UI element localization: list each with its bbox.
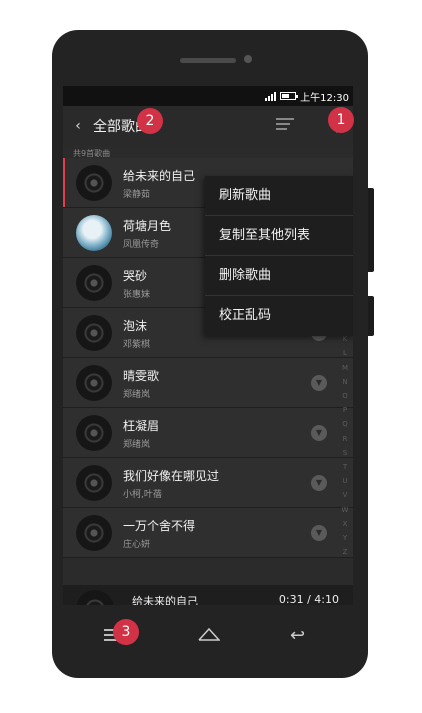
battery-icon	[280, 92, 299, 100]
chevron-down-icon[interactable]: ▼	[311, 425, 327, 441]
index-letter[interactable]: P	[340, 403, 350, 417]
disc-icon	[76, 515, 112, 551]
index-letter[interactable]: X	[340, 517, 350, 531]
status-bar: 上午12:30	[63, 86, 353, 106]
song-artist: 梁静茹	[123, 190, 151, 200]
back-icon[interactable]: ↩	[290, 625, 305, 646]
chevron-down-icon[interactable]: ▼	[311, 525, 327, 541]
chevron-down-icon[interactable]: ▼	[311, 375, 327, 391]
screen: 上午12:30 ‹ 全部歌曲 ⋮ 共9首歌曲 给未来的自己 梁静茹 荷塘月色 凤…	[63, 86, 353, 605]
index-letter[interactable]: S	[340, 446, 350, 460]
menu-item-delete[interactable]: 删除歌曲	[205, 256, 353, 296]
song-title: 哭砂	[123, 269, 148, 283]
overflow-menu: 刷新歌曲 复制至其他列表 删除歌曲 校正乱码	[205, 176, 353, 336]
power-button	[368, 296, 374, 336]
index-letter[interactable]: N	[340, 375, 350, 389]
badge: 2	[137, 108, 163, 134]
disc-icon	[76, 590, 114, 605]
song-row[interactable]: 一万个舍不得 庄心妍 ▼	[63, 508, 353, 558]
song-title: 给未来的自己	[123, 169, 196, 183]
disc-icon	[76, 315, 112, 351]
disc-icon	[76, 165, 112, 201]
album-cover	[76, 215, 112, 251]
alphabet-index[interactable]: J K L M N O P Q R S T U V W X Y Z	[340, 318, 350, 559]
front-camera	[244, 55, 252, 63]
chevron-down-icon[interactable]: ▼	[311, 475, 327, 491]
app-bar: ‹ 全部歌曲 ⋮	[63, 106, 353, 146]
song-title: 枉凝眉	[123, 419, 160, 433]
song-row[interactable]: 晴雯歌 郑绪岚 ▼	[63, 358, 353, 408]
song-row[interactable]: 枉凝眉 郑绪岚 ▼	[63, 408, 353, 458]
now-playing-title: 给未来的自己	[132, 595, 198, 605]
menu-item-refresh[interactable]: 刷新歌曲	[205, 176, 353, 216]
speaker-grille	[180, 58, 236, 63]
menu-item-copy-to-list[interactable]: 复制至其他列表	[205, 216, 353, 256]
song-title: 泡沫	[123, 319, 148, 333]
playlist-icon[interactable]	[276, 118, 294, 134]
badge: 1	[328, 107, 354, 133]
now-playing-time: 0:31 / 4:10	[278, 593, 339, 605]
song-artist: 郑绪岚	[123, 440, 151, 450]
index-letter[interactable]: L	[340, 346, 350, 360]
now-playing-bar[interactable]: 给未来的自己 0:31 / 4:10 ⏮ ⏭	[63, 585, 353, 605]
phone-frame: 上午12:30 ‹ 全部歌曲 ⋮ 共9首歌曲 给未来的自己 梁静茹 荷塘月色 凤…	[52, 30, 374, 678]
index-letter[interactable]: R	[340, 432, 350, 446]
home-icon[interactable]	[198, 627, 220, 641]
volume-button	[368, 188, 374, 272]
song-title: 晴雯歌	[123, 369, 160, 383]
status-time: 上午12:30	[300, 92, 349, 104]
chevron-left-icon[interactable]: ‹	[67, 118, 89, 134]
song-title: 我们好像在哪见过	[123, 469, 220, 483]
song-title: 一万个舍不得	[123, 519, 196, 533]
song-artist: 凤凰传奇	[123, 240, 160, 250]
index-letter[interactable]: Z	[340, 545, 350, 559]
index-letter[interactable]: M	[340, 361, 350, 375]
disc-icon	[76, 415, 112, 451]
index-letter[interactable]: Y	[340, 531, 350, 545]
disc-icon	[76, 365, 112, 401]
disc-icon	[76, 465, 112, 501]
badge: 3	[113, 619, 139, 645]
index-letter[interactable]: T	[340, 460, 350, 474]
song-artist: 张惠妹	[123, 290, 151, 300]
index-letter[interactable]: W	[340, 503, 350, 517]
song-artist: 小柯,叶蓓	[123, 490, 162, 500]
index-letter[interactable]: V	[340, 488, 350, 502]
index-letter[interactable]: Q	[340, 417, 350, 431]
index-letter[interactable]: O	[340, 389, 350, 403]
disc-icon	[76, 265, 112, 301]
song-title: 荷塘月色	[123, 219, 172, 233]
song-artist: 庄心妍	[123, 540, 151, 550]
signal-icon	[265, 91, 277, 101]
song-artist: 郑绪岚	[123, 390, 151, 400]
nav-bar: ↩	[52, 615, 368, 655]
menu-item-fix-encoding[interactable]: 校正乱码	[205, 296, 353, 336]
song-row[interactable]: 我们好像在哪见过 小柯,叶蓓 ▼	[63, 458, 353, 508]
song-artist: 邓紫棋	[123, 340, 151, 350]
index-letter[interactable]: U	[340, 474, 350, 488]
